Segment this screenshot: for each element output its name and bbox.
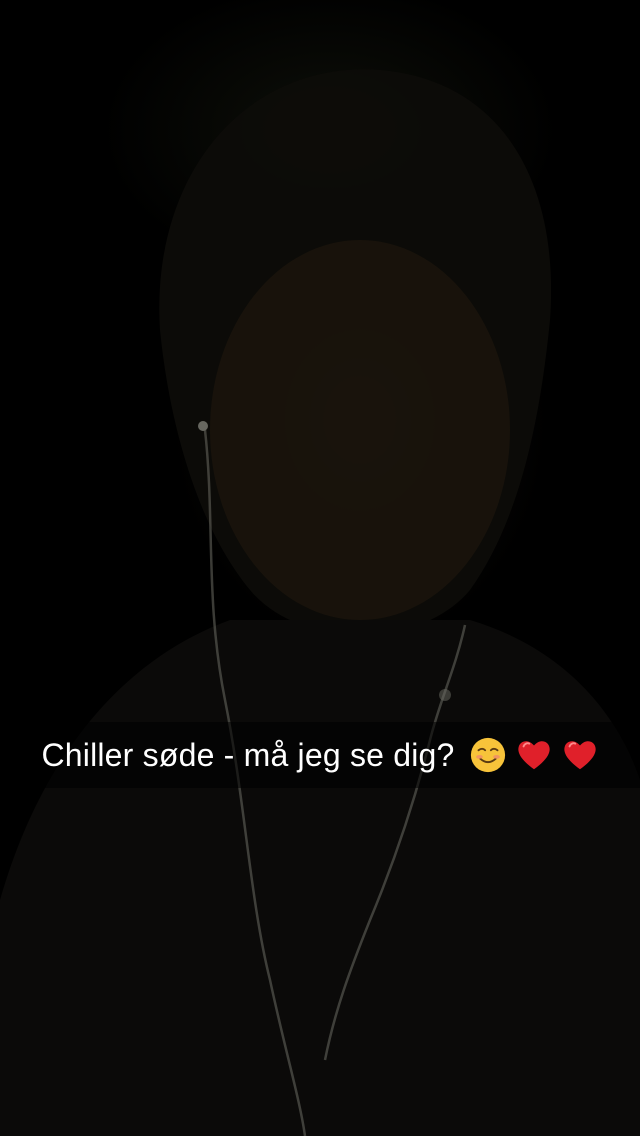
smiling-face-icon [470,737,505,773]
earphone-bud [198,421,208,431]
earphone-remote [439,689,451,701]
caption-bar[interactable]: Chiller søde - må jeg se dig? [0,722,640,788]
photo [0,69,640,1136]
shoulders [0,620,640,1136]
caption-emojis [469,736,599,774]
red-heart-icon [517,741,550,770]
face [210,240,510,620]
caption-text: Chiller søde - må jeg se dig? [41,737,455,773]
red-heart-icon [563,741,596,770]
snap-viewer[interactable]: Chiller søde - må jeg se dig? [0,0,640,1136]
